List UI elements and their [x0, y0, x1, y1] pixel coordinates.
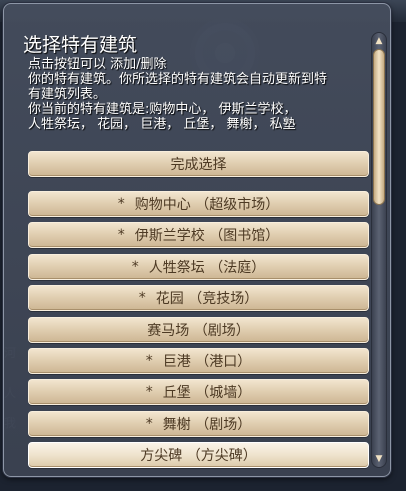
scrollbar-thumb[interactable] [373, 49, 385, 205]
selected-star-icon: * [145, 353, 153, 369]
selected-star-icon: * [145, 384, 153, 400]
building-option-button[interactable]: * 伊斯兰学校 （图书馆） [28, 222, 369, 248]
building-option-label: 方尖碑 （方尖碑） [140, 448, 257, 464]
selected-star-icon: * [117, 196, 125, 212]
building-option-button[interactable]: 赛马场 （剧场） [28, 317, 369, 343]
building-option-button[interactable]: * 舞榭 （剧场） [28, 411, 369, 437]
building-option-label: 丘堡 （城墙） [162, 385, 252, 401]
building-option-label: 赛马场 （剧场） [147, 323, 250, 339]
building-option-button[interactable]: * 丘堡 （城墙） [28, 379, 369, 405]
building-option-button[interactable]: 方尖碑 （方尖碑） [28, 442, 369, 468]
building-option-button[interactable]: * 人牲祭坛 （法庭） [28, 254, 369, 280]
selected-star-icon: * [138, 290, 146, 306]
building-option-label: 花园 （竞技场） [155, 291, 259, 307]
building-option-button[interactable]: * 巨港 （港口） [28, 348, 369, 374]
selected-star-icon: * [117, 227, 125, 243]
description-line: 人牲祭坛， 花园， 巨港， 丘堡， 舞榭， 私塾 [28, 117, 296, 132]
scroll-down-arrow-icon[interactable]: ▼ [373, 453, 385, 465]
description-line: 点击按钮可以 添加/删除 [28, 57, 167, 72]
building-option-label: 舞榭 （剧场） [162, 417, 252, 433]
dialog-title: 选择特有建筑 [23, 34, 138, 56]
building-option-label: 巨港 （港口） [162, 354, 252, 370]
done-selection-button[interactable]: 完成选择 [28, 151, 369, 177]
description-line: 你当前的特有建筑是:购物中心， 伊斯兰学校， [28, 102, 297, 117]
building-option-button[interactable]: * 花园 （竞技场） [28, 285, 369, 311]
description-line: 有建筑列表。 [28, 87, 107, 102]
building-option-label: 购物中心 （超级市场） [134, 197, 280, 213]
scrollbar[interactable]: ▲ ▼ [371, 32, 387, 468]
dialog-description: 点击按钮可以 添加/删除 你的特有建筑。你所选择的特有建筑会自动更新到特 有建筑… [28, 57, 368, 132]
selected-star-icon: * [131, 259, 139, 275]
choose-special-building-dialog: 选择特有建筑 点击按钮可以 添加/删除 你的特有建筑。你所选择的特有建筑会自动更… [3, 3, 391, 477]
building-option-label: 人牲祭坛 （法庭） [148, 260, 266, 276]
scroll-up-arrow-icon[interactable]: ▲ [373, 35, 385, 47]
description-line: 你的特有建筑。你所选择的特有建筑会自动更新到特 [28, 72, 328, 87]
selected-star-icon: * [145, 416, 153, 432]
building-option-label: 伊斯兰学校 （图书馆） [134, 228, 280, 244]
building-option-button[interactable]: * 购物中心 （超级市场） [28, 191, 369, 217]
